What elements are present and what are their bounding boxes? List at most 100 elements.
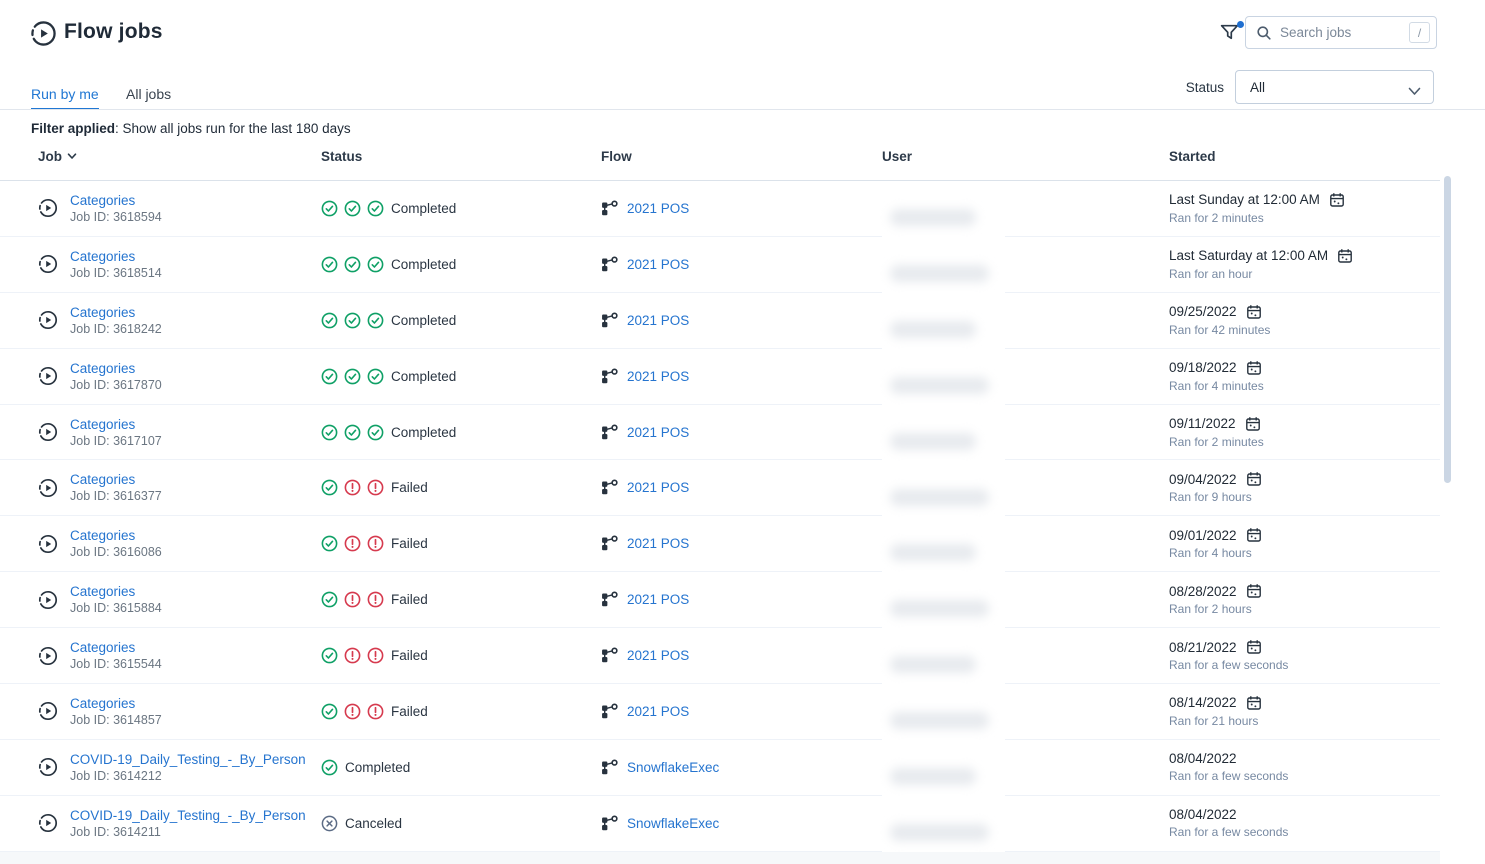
started-date: Last Sunday at 12:00 AM [1169, 192, 1320, 207]
run-duration-label: Ran for 2 minutes [1169, 435, 1440, 449]
flow-name-link[interactable]: 2021 POS [627, 536, 689, 551]
calendar-icon[interactable] [1246, 304, 1262, 320]
status-label: Completed [391, 313, 456, 328]
table-header: Job Status Flow User Started [0, 149, 1440, 181]
column-header-flow: Flow [601, 149, 882, 164]
started-date: 09/11/2022 [1169, 416, 1236, 431]
calendar-icon[interactable] [1246, 527, 1262, 543]
flow-run-icon [38, 254, 58, 274]
job-name-link[interactable]: Categories [70, 417, 162, 432]
check-circle-icon [367, 200, 384, 217]
job-id-label: Job ID: 3614857 [70, 713, 162, 727]
column-header-user: User [882, 149, 1169, 164]
flow-name-link[interactable]: 2021 POS [627, 201, 689, 216]
status-icons [321, 591, 384, 608]
flow-name-link[interactable]: 2021 POS [627, 369, 689, 384]
run-duration-label: Ran for an hour [1169, 267, 1440, 281]
flow-name-link[interactable]: 2021 POS [627, 425, 689, 440]
jobs-table-body: Categories Job ID: 3618594 Completed 202… [0, 181, 1440, 852]
flow-icon [601, 256, 618, 273]
filter-icon[interactable] [1219, 22, 1243, 46]
calendar-icon[interactable] [1246, 360, 1262, 376]
search-box[interactable]: / [1245, 16, 1437, 49]
calendar-icon[interactable] [1246, 583, 1262, 599]
status-icons [321, 647, 384, 664]
flow-run-icon [38, 366, 58, 386]
calendar-icon[interactable] [1246, 471, 1262, 487]
job-id-label: Job ID: 3618594 [70, 210, 162, 224]
calendar-icon[interactable] [1329, 192, 1345, 208]
job-name-link[interactable]: Categories [70, 361, 162, 376]
error-circle-icon [367, 647, 384, 664]
run-duration-label: Ran for 2 minutes [1169, 211, 1440, 225]
calendar-icon[interactable] [1246, 695, 1262, 711]
flow-name-link[interactable]: 2021 POS [627, 648, 689, 663]
vertical-scrollbar-thumb[interactable] [1444, 176, 1451, 483]
error-circle-icon [367, 479, 384, 496]
job-name-link[interactable]: Categories [70, 305, 162, 320]
table-row: Categories Job ID: 3615544 Failed 2021 P… [0, 628, 1440, 684]
run-duration-label: Ran for 2 hours [1169, 602, 1440, 616]
flow-name-link[interactable]: 2021 POS [627, 592, 689, 607]
flow-name-link[interactable]: SnowflakeExec [627, 816, 719, 831]
table-row: Categories Job ID: 3616377 Failed 2021 P… [0, 460, 1440, 516]
job-name-link[interactable]: Categories [70, 640, 162, 655]
flow-run-icon [38, 422, 58, 442]
run-duration-label: Ran for 21 hours [1169, 714, 1440, 728]
status-filter-value: All [1250, 80, 1265, 95]
flow-icon [601, 368, 618, 385]
job-id-label: Job ID: 3615884 [70, 601, 162, 615]
column-header-job[interactable]: Job [38, 149, 321, 164]
flow-run-icon [38, 813, 58, 833]
check-circle-icon [321, 256, 338, 273]
check-circle-icon [367, 256, 384, 273]
status-icons [321, 312, 384, 329]
status-icons [321, 424, 384, 441]
flow-name-link[interactable]: 2021 POS [627, 480, 689, 495]
job-name-link[interactable]: COVID-19_Daily_Testing_-_By_Person [70, 752, 306, 767]
run-duration-label: Ran for a few seconds [1169, 769, 1440, 783]
error-circle-icon [367, 535, 384, 552]
job-name-link[interactable]: Categories [70, 472, 162, 487]
error-circle-icon [367, 703, 384, 720]
flow-name-link[interactable]: SnowflakeExec [627, 760, 719, 775]
started-date: 09/25/2022 [1169, 304, 1237, 319]
status-icons [321, 368, 384, 385]
calendar-icon[interactable] [1337, 248, 1353, 264]
check-circle-icon [367, 312, 384, 329]
check-circle-icon [321, 759, 338, 776]
job-id-label: Job ID: 3614212 [70, 769, 306, 783]
tab-run-by-me[interactable]: Run by me [31, 86, 99, 102]
flow-name-link[interactable]: 2021 POS [627, 257, 689, 272]
started-date: 08/04/2022 [1169, 807, 1237, 822]
check-circle-icon [321, 200, 338, 217]
search-icon [1256, 25, 1272, 41]
filter-applied-text: : Show all jobs run for the last 180 day… [115, 121, 351, 136]
job-name-link[interactable]: Categories [70, 528, 162, 543]
job-name-link[interactable]: Categories [70, 584, 162, 599]
flow-name-link[interactable]: 2021 POS [627, 704, 689, 719]
status-filter-select[interactable]: All [1235, 70, 1434, 104]
check-circle-icon [344, 368, 361, 385]
run-duration-label: Ran for 4 hours [1169, 546, 1440, 560]
job-name-link[interactable]: COVID-19_Daily_Testing_-_By_Person [70, 808, 306, 823]
run-duration-label: Ran for a few seconds [1169, 825, 1440, 839]
tab-all-jobs[interactable]: All jobs [126, 86, 171, 102]
job-id-label: Job ID: 3617870 [70, 378, 162, 392]
status-label: Canceled [345, 816, 402, 831]
calendar-icon[interactable] [1245, 416, 1261, 432]
flow-run-icon [38, 198, 58, 218]
flow-run-icon [38, 757, 58, 777]
status-label: Failed [391, 704, 428, 719]
flow-name-link[interactable]: 2021 POS [627, 313, 689, 328]
job-name-link[interactable]: Categories [70, 696, 162, 711]
job-name-link[interactable]: Categories [70, 193, 162, 208]
tabbar-divider [0, 109, 1485, 110]
flow-icon [601, 312, 618, 329]
search-input[interactable] [1280, 25, 1409, 40]
check-circle-icon [344, 424, 361, 441]
calendar-icon[interactable] [1246, 639, 1262, 655]
flow-run-icon [38, 590, 58, 610]
check-circle-icon [367, 368, 384, 385]
job-name-link[interactable]: Categories [70, 249, 162, 264]
